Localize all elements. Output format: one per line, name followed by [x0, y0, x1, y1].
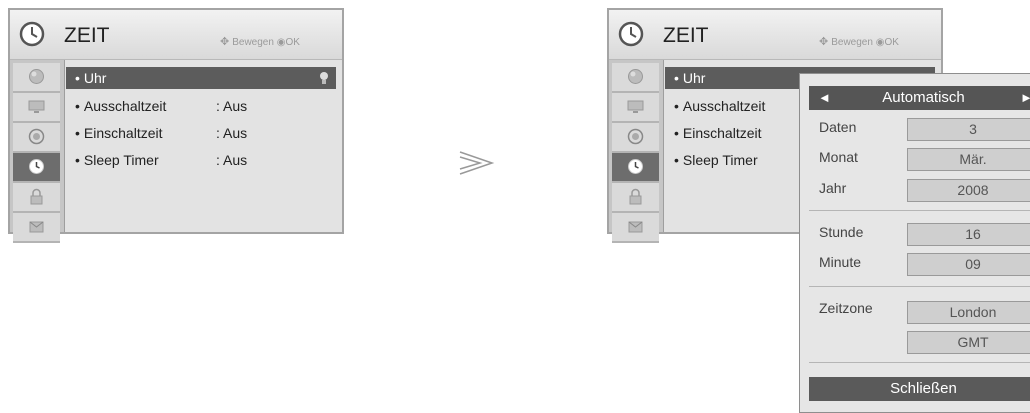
clock-icon — [19, 21, 45, 47]
sidebar-item-time[interactable] — [13, 153, 60, 183]
close-button[interactable]: Schließen — [809, 377, 1030, 401]
picture-icon — [29, 69, 44, 84]
time-icon — [628, 159, 643, 174]
menu-header: ZEIT ✥ Bewegen ◉OK — [10, 10, 342, 60]
divider — [809, 362, 1030, 363]
dpad-icon: ✥ — [220, 36, 230, 48]
category-sidebar — [10, 60, 65, 243]
sidebar-item-picture[interactable] — [13, 63, 60, 93]
sidebar-item-option[interactable] — [612, 213, 659, 243]
sidebar-item-screen[interactable] — [13, 93, 60, 123]
option-icon — [628, 221, 643, 233]
option-icon — [29, 221, 44, 233]
month-label: Monat — [819, 149, 858, 165]
menu-item-value: : Aus — [216, 125, 248, 141]
menu-item-value: : Aus — [216, 98, 248, 114]
audio-icon — [627, 128, 644, 145]
lock-icon — [30, 188, 43, 205]
sidebar-item-time[interactable] — [612, 153, 659, 183]
navigation-hint: ✥ Bewegen ◉OK — [819, 36, 899, 48]
audio-icon — [28, 128, 45, 145]
time-icon — [29, 159, 44, 174]
menu-item-uhr[interactable]: • Uhr — [66, 67, 336, 89]
sidebar-item-audio[interactable] — [612, 123, 659, 153]
clock-settings-popup: ◄ Automatisch ► Daten 3 Monat Mär. Jahr … — [799, 73, 1030, 413]
menu-item-list: • Uhr • Ausschaltzeit : Aus • Einschaltzeit… — [66, 67, 336, 175]
menu-item-ausschaltzeit[interactable]: • Ausschaltzeit : Aus — [66, 94, 336, 121]
dpad-icon: ✥ — [819, 36, 829, 48]
bulb-icon — [320, 72, 328, 84]
menu-title: ZEIT — [64, 24, 110, 47]
sidebar-item-picture[interactable] — [612, 63, 659, 93]
sidebar-item-lock[interactable] — [612, 183, 659, 213]
lock-icon — [629, 188, 642, 205]
menu-item-sleep-timer[interactable]: • Sleep Timer : Aus — [66, 148, 336, 175]
minute-label: Minute — [819, 254, 862, 270]
sidebar-item-option[interactable] — [13, 213, 60, 243]
clock-icon — [618, 21, 644, 47]
timezone-field[interactable]: London — [907, 301, 1030, 324]
category-sidebar — [609, 60, 664, 243]
mode-selector[interactable]: ◄ Automatisch ► — [809, 86, 1030, 110]
day-label: Daten — [819, 119, 857, 135]
sidebar-item-lock[interactable] — [13, 183, 60, 213]
menu-title: ZEIT — [663, 24, 709, 47]
mode-value: Automatisch — [882, 89, 965, 106]
divider — [809, 210, 1030, 211]
month-field[interactable]: Mär. — [907, 148, 1030, 171]
picture-icon — [628, 69, 643, 84]
sidebar-item-screen[interactable] — [612, 93, 659, 123]
navigation-hint: ✥ Bewegen ◉OK — [220, 36, 300, 48]
right-arrow-icon[interactable]: ► — [1020, 86, 1030, 110]
year-label: Jahr — [819, 180, 847, 196]
hour-label: Stunde — [819, 224, 864, 240]
year-field[interactable]: 2008 — [907, 179, 1030, 202]
minute-field[interactable]: 09 — [907, 253, 1030, 276]
screen-icon — [28, 100, 45, 113]
time-menu-left: ZEIT ✥ Bewegen ◉OK • Uhr • Ausschaltzeit… — [8, 8, 344, 243]
next-step-arrow-icon — [459, 151, 495, 175]
divider — [809, 286, 1030, 287]
menu-header: ZEIT ✥ Bewegen ◉OK — [609, 10, 941, 60]
gmt-field[interactable]: GMT — [907, 331, 1030, 354]
timezone-label: Zeitzone — [819, 300, 873, 316]
day-field[interactable]: 3 — [907, 118, 1030, 141]
menu-item-einschaltzeit[interactable]: • Einschaltzeit : Aus — [66, 121, 336, 148]
screen-icon — [627, 100, 644, 113]
menu-item-value: : Aus — [216, 152, 248, 168]
hour-field[interactable]: 16 — [907, 223, 1030, 246]
sidebar-item-audio[interactable] — [13, 123, 60, 153]
